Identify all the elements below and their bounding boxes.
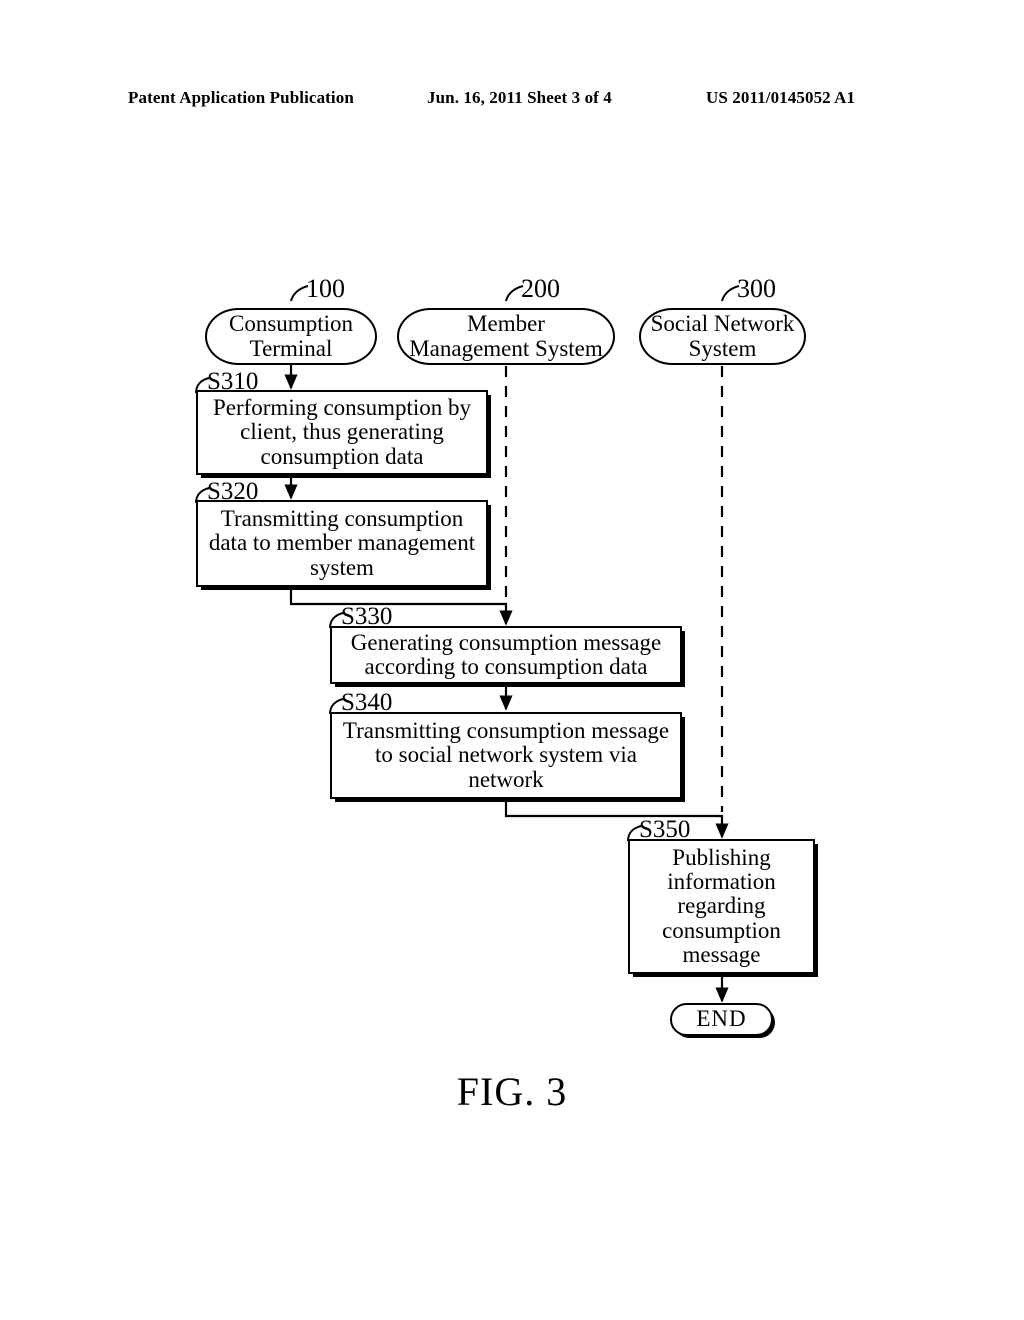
lane-header-label-line2: System bbox=[688, 335, 757, 361]
lane-header-label: Social Network System bbox=[650, 311, 795, 361]
process-box-s320[interactable]: Transmitting consumption data to member … bbox=[196, 500, 488, 587]
process-box-s350-text: Publishing information regarding consump… bbox=[662, 844, 781, 968]
lane-header-member-management-system[interactable]: Member Management System bbox=[397, 308, 615, 365]
process-box-s340-text: Transmitting consumption message to soci… bbox=[342, 717, 670, 792]
process-box-s330[interactable]: Generating consumption message according… bbox=[330, 626, 682, 684]
lane-header-label-line2: Management System bbox=[409, 335, 603, 361]
ref-numeral-300: 300 bbox=[737, 274, 776, 303]
lane-header-label: Member Management System bbox=[409, 311, 603, 361]
process-box-s310-text: Performing consumption by client, thus g… bbox=[212, 394, 472, 469]
process-box-s320-text: Transmitting consumption data to member … bbox=[208, 505, 476, 580]
ref-numeral-100: 100 bbox=[306, 274, 345, 303]
flowchart-diagram: 100 200 300 Consumption Terminal Member … bbox=[0, 0, 1024, 1320]
lane-header-label-line1: Social Network bbox=[650, 311, 795, 337]
ref-numeral-200: 200 bbox=[521, 274, 560, 303]
lane-header-label-line1: Consumption bbox=[229, 311, 353, 337]
lane-header-consumption-terminal[interactable]: Consumption Terminal bbox=[205, 308, 377, 365]
end-terminator[interactable]: END bbox=[670, 1003, 773, 1036]
process-box-s350[interactable]: Publishing information regarding consump… bbox=[628, 839, 815, 974]
lane-header-social-network-system[interactable]: Social Network System bbox=[639, 308, 806, 365]
lane-header-label-line2: Terminal bbox=[249, 335, 333, 361]
process-box-s330-text: Generating consumption message according… bbox=[350, 629, 662, 679]
process-box-s310[interactable]: Performing consumption by client, thus g… bbox=[196, 390, 488, 475]
arrow-s320-to-s330 bbox=[289, 587, 513, 626]
figure-caption: FIG. 3 bbox=[456, 1069, 568, 1114]
lane-header-label: Consumption Terminal bbox=[229, 311, 353, 361]
lane-header-label-line1: Member bbox=[467, 311, 545, 337]
end-terminator-label: END bbox=[696, 1006, 747, 1032]
process-box-s340[interactable]: Transmitting consumption message to soci… bbox=[330, 712, 682, 799]
